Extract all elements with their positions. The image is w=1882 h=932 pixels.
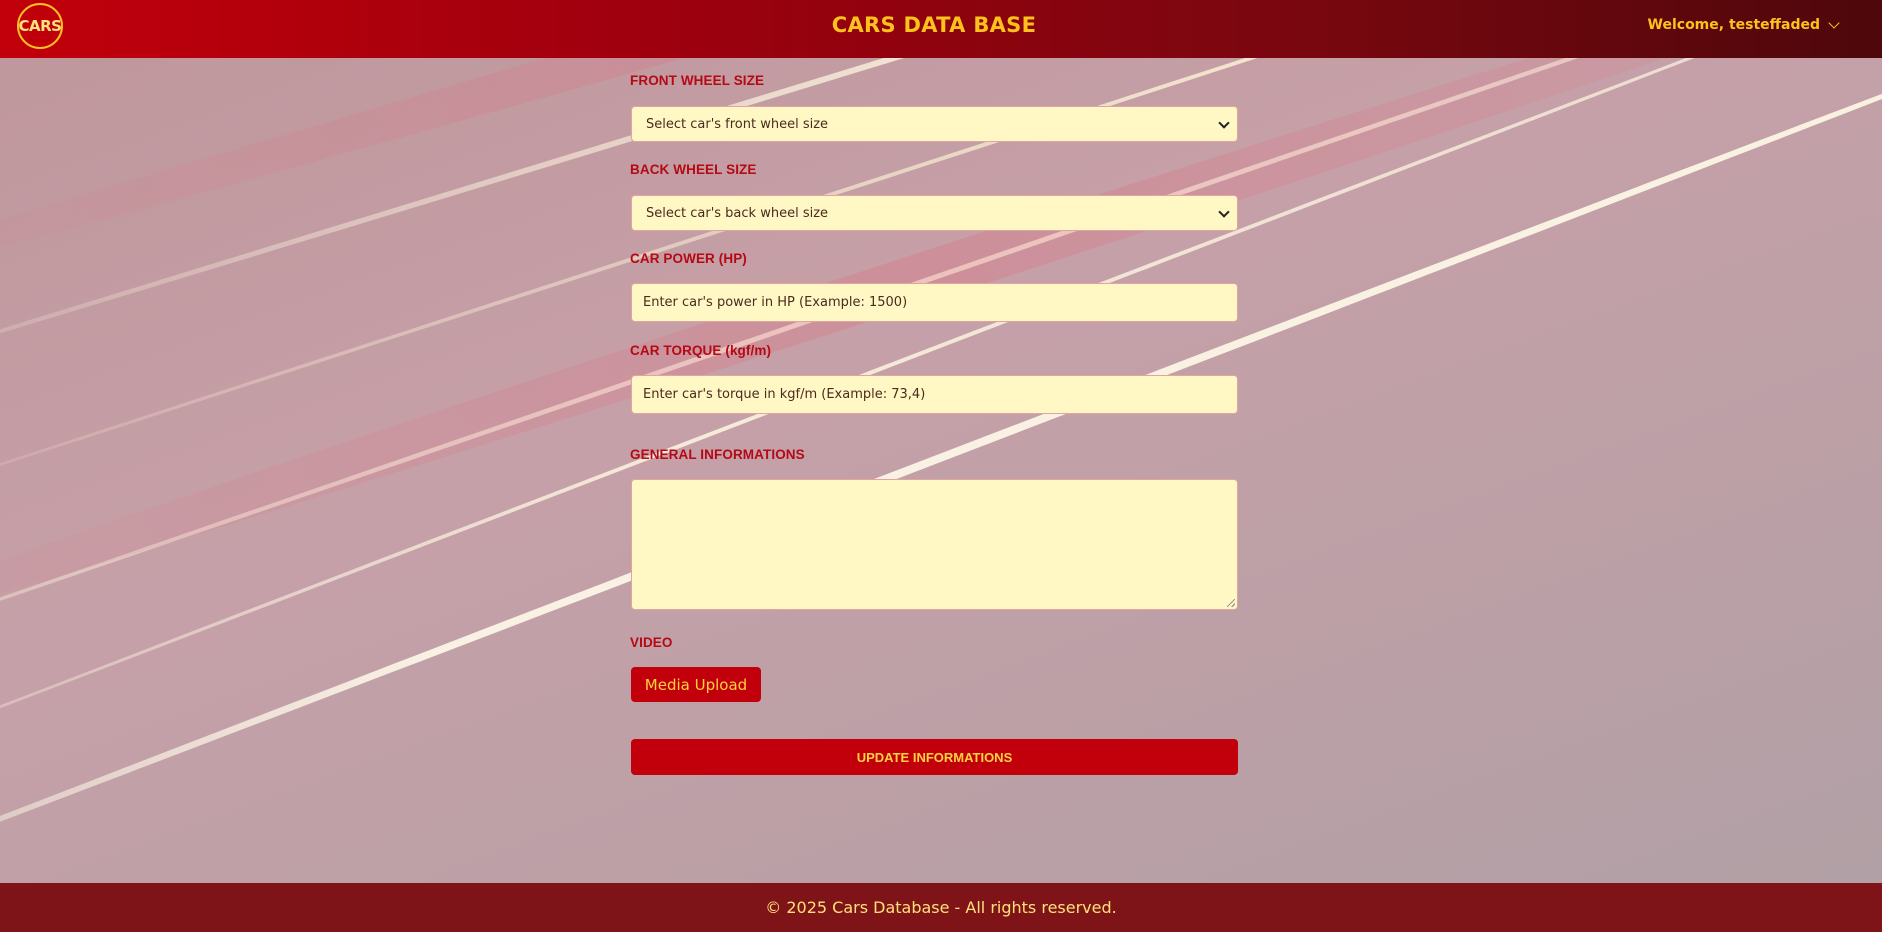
power-placeholder: Enter car's power in HP (Example: 1500) [643,295,908,310]
top-header: CARS CARS DATA BASE Welcome, testeffaded [0,0,1882,58]
update-button[interactable]: UPDATE INFORMATIONS [631,739,1238,775]
general-info-textarea[interactable] [631,479,1238,610]
resize-handle-icon[interactable] [1227,599,1235,607]
front-wheel-select[interactable]: Select car's front wheel size [631,106,1238,142]
footer: © 2025 Cars Database - All rights reserv… [0,883,1882,932]
front-wheel-label: FRONT WHEEL SIZE [630,73,765,88]
user-menu[interactable]: Welcome, testeffaded [1647,16,1840,33]
general-info-label: GENERAL INFORMATIONS [630,447,805,462]
page-title: CARS DATA BASE [831,13,1037,37]
torque-placeholder: Enter car's torque in kgf/m (Example: 73… [643,387,926,402]
chevron-down-icon [1828,16,1840,29]
chevron-down-icon [1218,117,1230,129]
back-wheel-selected: Select car's back wheel size [646,205,829,221]
front-wheel-selected: Select car's front wheel size [646,116,829,132]
video-label: VIDEO [630,635,673,650]
back-wheel-select[interactable]: Select car's back wheel size [631,195,1238,231]
chevron-down-icon [1218,206,1230,218]
media-upload-button[interactable]: Media Upload [631,667,761,702]
welcome-text: Welcome, testeffaded [1647,17,1820,33]
torque-input[interactable]: Enter car's torque in kgf/m (Example: 73… [631,375,1238,414]
back-wheel-label: BACK WHEEL SIZE [630,162,757,177]
torque-label: CAR TORQUE (kgf/m) [630,343,772,358]
footer-text: © 2025 Cars Database - All rights reserv… [765,898,1117,917]
power-input[interactable]: Enter car's power in HP (Example: 1500) [631,283,1238,322]
power-label: CAR POWER (HP) [630,251,747,266]
